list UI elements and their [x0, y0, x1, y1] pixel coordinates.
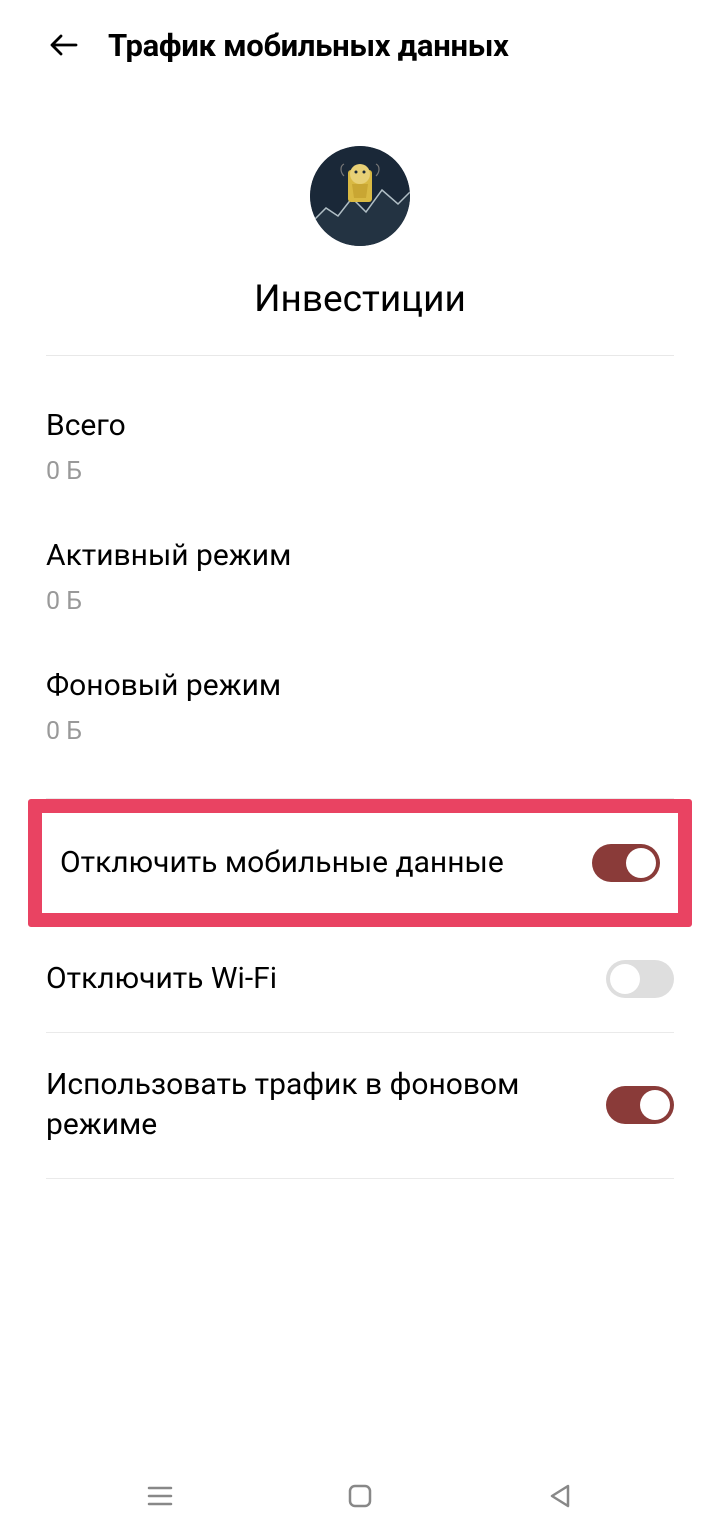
nav-back-button[interactable]: [540, 1476, 580, 1516]
toggle-knob: [610, 964, 640, 994]
toggle-switch[interactable]: [606, 1086, 674, 1124]
divider: [46, 1178, 674, 1179]
stat-active: Активный режим 0 Б: [46, 538, 674, 616]
square-icon: [346, 1482, 374, 1510]
arrow-left-icon: [46, 27, 82, 63]
stat-total-value: 0 Б: [46, 457, 674, 486]
toggle-label: Отключить мобильные данные: [60, 843, 504, 884]
stat-total: Всего 0 Б: [46, 408, 674, 486]
stat-background-label: Фоновый режим: [46, 668, 674, 703]
stat-total-label: Всего: [46, 408, 674, 443]
toggle-switch[interactable]: [592, 844, 660, 882]
page-title: Трафик мобильных данных: [108, 27, 509, 64]
app-icon: [310, 146, 410, 246]
nav-home-button[interactable]: [340, 1476, 380, 1516]
stat-background: Фоновый режим 0 Б: [46, 668, 674, 746]
app-info-section: Инвестиции: [0, 90, 720, 355]
toggle-knob: [640, 1090, 670, 1120]
navigation-bar: [0, 1457, 720, 1535]
toggle-disable-mobile-data[interactable]: Отключить мобильные данные: [42, 813, 678, 913]
stat-background-value: 0 Б: [46, 717, 674, 746]
back-button[interactable]: [44, 25, 84, 65]
toggle-switch[interactable]: [606, 960, 674, 998]
toggle-knob: [626, 848, 656, 878]
nav-recents-button[interactable]: [140, 1476, 180, 1516]
triangle-left-icon: [546, 1482, 574, 1510]
menu-icon: [145, 1481, 175, 1511]
toggle-disable-wifi[interactable]: Отключить Wi-Fi: [0, 927, 720, 1032]
toggle-background-traffic[interactable]: Использовать трафик в фоновом режиме: [0, 1033, 720, 1178]
app-name: Инвестиции: [254, 278, 466, 321]
stats-section: Всего 0 Б Активный режим 0 Б Фоновый реж…: [0, 356, 720, 746]
stat-active-value: 0 Б: [46, 587, 674, 616]
highlight-annotation: Отключить мобильные данные: [28, 799, 692, 927]
toggle-label: Отключить Wi-Fi: [46, 959, 277, 1000]
investments-app-icon: [310, 146, 410, 246]
toggle-label: Использовать трафик в фоновом режиме: [46, 1065, 526, 1146]
stat-active-label: Активный режим: [46, 538, 674, 573]
